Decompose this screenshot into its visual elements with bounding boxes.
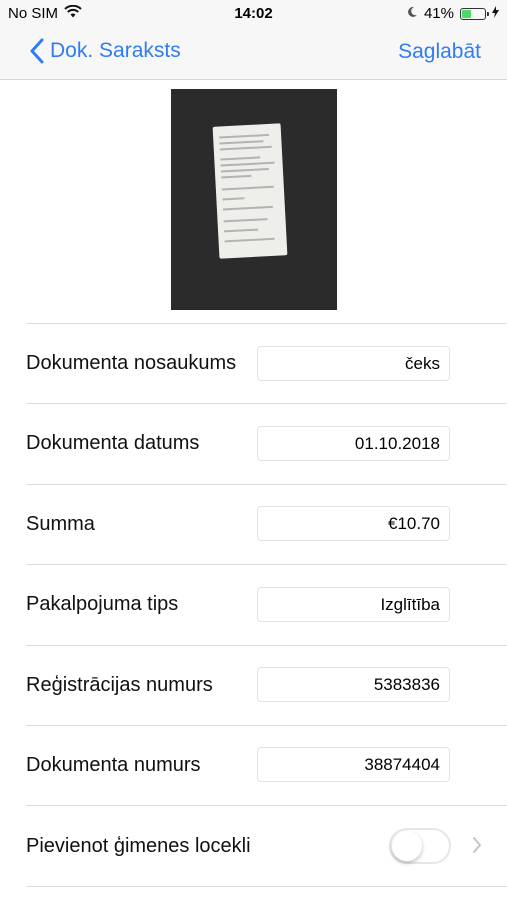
amount-label: Summa: [26, 513, 95, 535]
receipt-image: [212, 123, 288, 259]
row-separator: [26, 564, 507, 565]
registration-number-field[interactable]: 5383836: [257, 667, 450, 702]
document-name-label: Dokumenta nosaukums: [26, 352, 237, 374]
document-date-field[interactable]: 01.10.2018: [257, 426, 450, 461]
toggle-knob: [392, 831, 422, 861]
registration-number-label: Reģistrācijas numurs: [26, 674, 213, 696]
family-member-label: Pievienot ģimenes locekli: [26, 835, 251, 857]
document-photo[interactable]: [171, 89, 337, 310]
row-separator: [26, 403, 507, 404]
back-button-label: Dok. Saraksts: [50, 39, 181, 62]
back-button[interactable]: Dok. Saraksts: [30, 38, 181, 64]
navigation-bar: Dok. Saraksts Saglabāt: [0, 28, 507, 80]
document-name-field[interactable]: čeks: [257, 346, 450, 381]
service-type-field[interactable]: Izglītība: [257, 587, 450, 622]
status-right: 41%: [407, 5, 499, 22]
moon-icon: [407, 5, 418, 22]
family-member-toggle[interactable]: [389, 828, 451, 864]
row-separator: [26, 323, 507, 324]
document-number-field[interactable]: 38874404: [257, 747, 450, 782]
save-button[interactable]: Saglabāt: [398, 40, 481, 64]
document-date-label: Dokumenta datums: [26, 432, 200, 454]
row-separator: [26, 886, 507, 887]
row-separator: [26, 725, 507, 726]
row-separator: [26, 805, 507, 806]
amount-field[interactable]: €10.70: [257, 506, 450, 541]
battery-icon: [460, 7, 489, 20]
battery-fill: [462, 9, 471, 18]
charging-bolt-icon: [492, 5, 499, 22]
battery-percent: 41%: [423, 5, 454, 22]
chevron-right-icon[interactable]: [472, 836, 482, 859]
service-type-label: Pakalpojuma tips: [26, 593, 179, 615]
status-bar: No SIM 14:02 41%: [0, 0, 507, 28]
row-separator: [26, 484, 507, 485]
row-separator: [26, 645, 507, 646]
document-number-label: Dokumenta numurs: [26, 754, 201, 776]
chevron-left-icon: [30, 38, 44, 64]
